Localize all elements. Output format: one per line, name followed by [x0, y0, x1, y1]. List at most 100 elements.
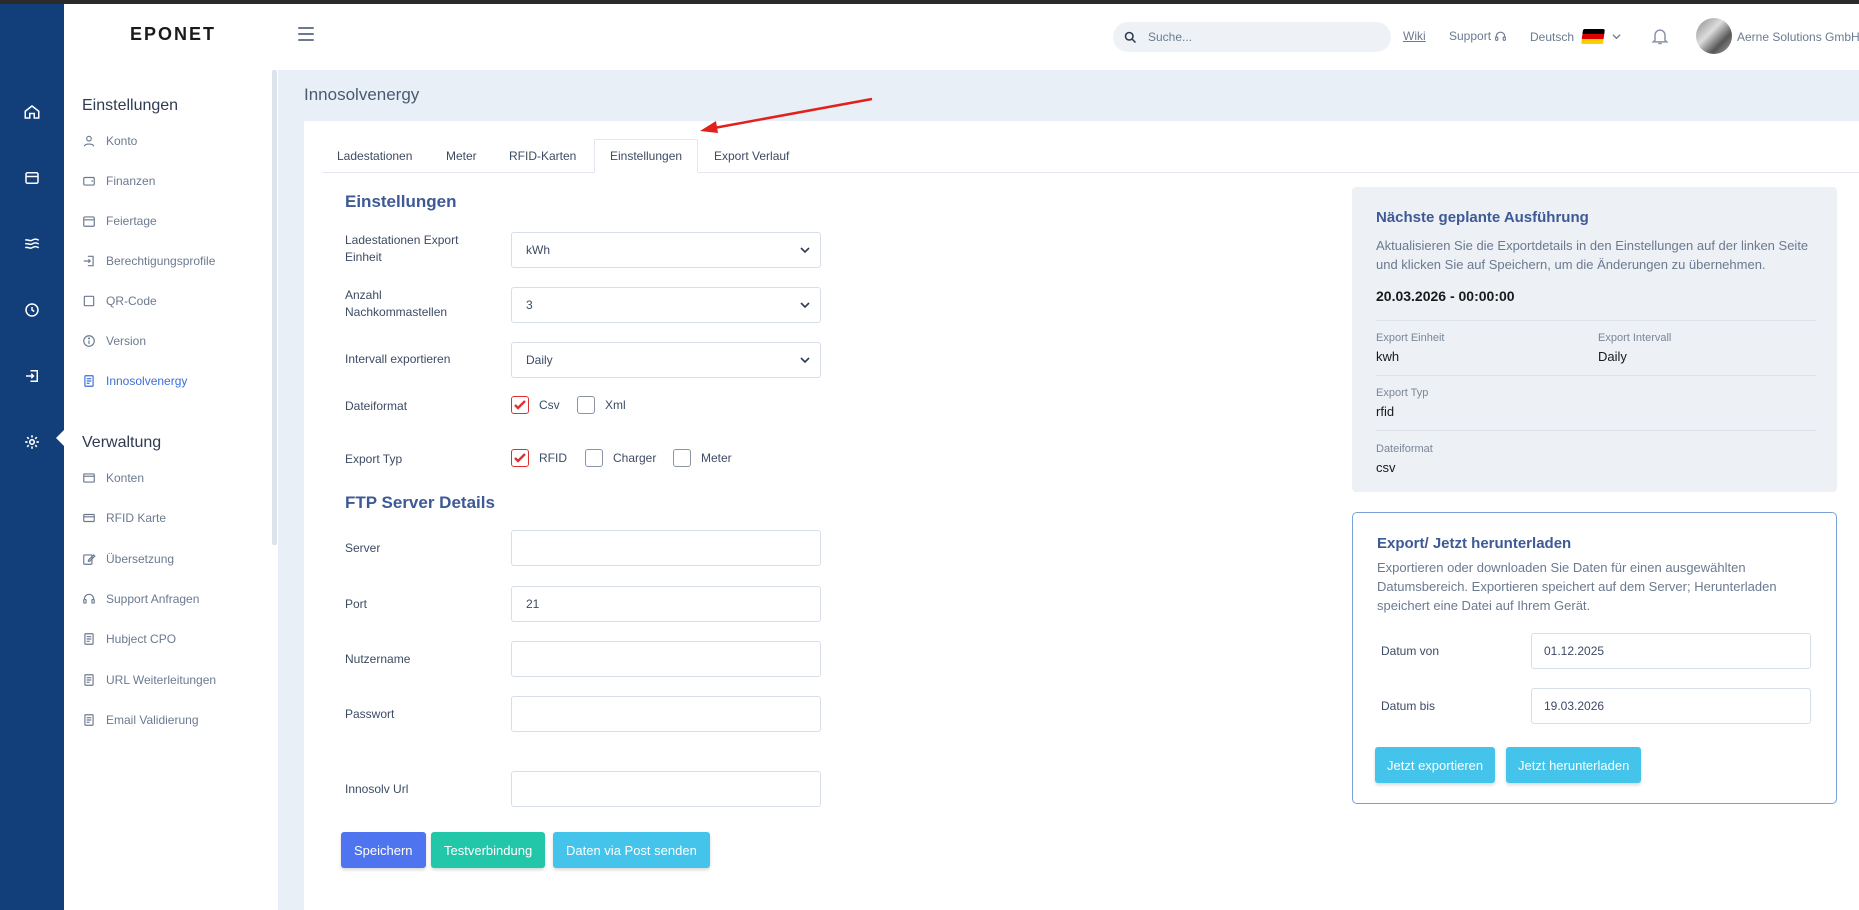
store-icon[interactable] — [20, 166, 44, 190]
sidebar-item-konto[interactable]: Konto — [82, 134, 137, 148]
decimals-select-value: 3 — [526, 298, 533, 312]
settings-icon[interactable] — [20, 430, 44, 454]
tab-einstellungen[interactable]: Einstellungen — [594, 139, 699, 173]
sidebar-item-konten[interactable]: Konten — [82, 471, 144, 485]
login-icon — [83, 255, 94, 267]
user-avatar[interactable] — [1696, 18, 1732, 54]
search-box[interactable] — [1113, 22, 1391, 52]
sidebar-item-email-validierung[interactable]: Email Validierung — [82, 713, 199, 727]
next-run-datetime: 20.03.2026 - 00:00:00 — [1376, 288, 1515, 304]
home-icon[interactable] — [20, 100, 44, 124]
sidebar-section-verwaltung: Verwaltung — [82, 434, 162, 451]
sidebar-scrollbar[interactable] — [272, 70, 277, 545]
username-input[interactable] — [511, 641, 821, 677]
type-meter-checkbox[interactable]: Meter — [673, 449, 732, 467]
sidebar-item-label: Email Validierung — [106, 713, 199, 727]
export-download-panel: Export/ Jetzt herunterladen Exportieren … — [1352, 512, 1837, 804]
date-from-input[interactable] — [1531, 633, 1811, 669]
info-icon — [83, 335, 95, 347]
clock-icon[interactable] — [20, 298, 44, 322]
sidebar-item-url-weiterleitungen[interactable]: URL Weiterleitungen — [82, 673, 216, 687]
eponet-logo[interactable]: EPONET — [130, 24, 216, 45]
icon-rail — [0, 4, 64, 910]
checkbox-label: Xml — [605, 398, 626, 412]
username-label: Nutzername — [345, 652, 411, 666]
notification-bell-icon[interactable] — [1650, 26, 1670, 51]
checkbox-unchecked[interactable] — [577, 396, 595, 414]
interval-label: Intervall exportieren — [345, 352, 451, 366]
sidebar-item-version[interactable]: Version — [82, 334, 146, 348]
tab-ladestationen[interactable]: Ladestationen — [322, 139, 427, 173]
date-from-label: Datum von — [1381, 644, 1440, 658]
menu-toggle-icon[interactable] — [298, 27, 314, 41]
next-run-description: Aktualisieren Sie die Exportdetails in d… — [1376, 238, 1809, 272]
sidebar-item-finanzen[interactable]: Finanzen — [82, 174, 155, 188]
checkbox-label: Csv — [539, 398, 560, 412]
waves-icon[interactable] — [20, 232, 44, 256]
sidebar-item-hubject-cpo[interactable]: Hubject CPO — [82, 632, 176, 646]
server-label: Server — [345, 541, 381, 555]
chevron-down-icon — [1612, 34, 1621, 40]
checkbox-checked[interactable] — [511, 449, 529, 467]
sidebar-item-support-anfragen[interactable]: Support Anfragen — [82, 592, 199, 606]
unit-select-value: kWh — [526, 243, 550, 257]
unit-select[interactable]: kWh — [511, 232, 821, 268]
headset-icon — [1495, 31, 1506, 41]
send-post-button[interactable]: Daten via Post senden — [553, 832, 710, 868]
save-button[interactable]: Speichern — [341, 832, 426, 868]
export-type-value: rfid — [1376, 404, 1395, 419]
search-icon — [1124, 31, 1137, 43]
tab-bar: Ladestationen Meter RFID-Karten Einstell… — [322, 139, 1859, 173]
support-link[interactable]: Support — [1449, 29, 1507, 43]
export-unit-value: kwh — [1376, 349, 1400, 364]
search-input[interactable] — [1148, 30, 1368, 44]
checkbox-checked[interactable] — [511, 396, 529, 414]
decimals-select[interactable]: 3 — [511, 287, 821, 323]
login-icon[interactable] — [20, 364, 44, 388]
date-to-input[interactable] — [1531, 688, 1811, 724]
innosolv-url-input[interactable] — [511, 771, 821, 807]
export-now-button[interactable]: Jetzt exportieren — [1375, 747, 1496, 783]
divider — [1376, 375, 1816, 376]
tab-export-verlauf[interactable]: Export Verlauf — [699, 139, 804, 173]
language-label: Deutsch — [1530, 29, 1575, 44]
export-description: Exportieren oder downloaden Sie Daten fü… — [1377, 560, 1777, 613]
chevron-down-icon — [800, 357, 810, 364]
sidebar-item-rfid-karte[interactable]: RFID Karte — [82, 511, 166, 525]
window-icon — [83, 473, 95, 483]
port-input[interactable] — [511, 586, 821, 622]
format-csv-checkbox[interactable]: Csv — [511, 396, 560, 414]
unit-label: Ladestationen Export Einheit — [345, 233, 459, 264]
sidebar-item-berechtigungsprofile[interactable]: Berechtigungsprofile — [82, 254, 215, 268]
download-now-button[interactable]: Jetzt herunterladen — [1506, 747, 1642, 783]
server-input[interactable] — [511, 530, 821, 566]
test-connection-button[interactable]: Testverbindung — [431, 832, 546, 868]
interval-select[interactable]: Daily — [511, 342, 821, 378]
wallet-icon — [83, 176, 95, 186]
sidebar-item-label: Konten — [106, 471, 145, 485]
sidebar-item-innosolvenergy[interactable]: Innosolvenergy — [82, 374, 187, 388]
password-label: Passwort — [345, 707, 395, 721]
user-icon — [83, 135, 95, 147]
format-xml-checkbox[interactable]: Xml — [577, 396, 626, 414]
checkbox-unchecked[interactable] — [585, 449, 603, 467]
square-icon — [83, 295, 95, 307]
format-label: Dateiformat — [345, 399, 408, 413]
sidebar-item-uebersetzung[interactable]: Übersetzung — [82, 552, 174, 566]
support-label: Support — [1449, 29, 1492, 43]
chevron-down-icon — [800, 302, 810, 309]
headset-icon — [83, 593, 95, 604]
tab-rfid-karten[interactable]: RFID-Karten — [494, 139, 591, 173]
german-flag-icon — [1580, 29, 1606, 44]
company-name[interactable]: Aerne Solutions GmbH — [1737, 30, 1859, 44]
sidebar-item-label: Support Anfragen — [106, 592, 200, 606]
sidebar-item-qr-code[interactable]: QR-Code — [82, 294, 157, 308]
language-selector[interactable]: Deutsch — [1530, 29, 1621, 44]
password-input[interactable] — [511, 696, 821, 732]
type-charger-checkbox[interactable]: Charger — [585, 449, 656, 467]
type-rfid-checkbox[interactable]: RFID — [511, 449, 567, 467]
wiki-link[interactable]: Wiki — [1403, 29, 1426, 43]
checkbox-unchecked[interactable] — [673, 449, 691, 467]
tab-meter[interactable]: Meter — [431, 139, 492, 173]
sidebar-item-feiertage[interactable]: Feiertage — [82, 214, 157, 228]
